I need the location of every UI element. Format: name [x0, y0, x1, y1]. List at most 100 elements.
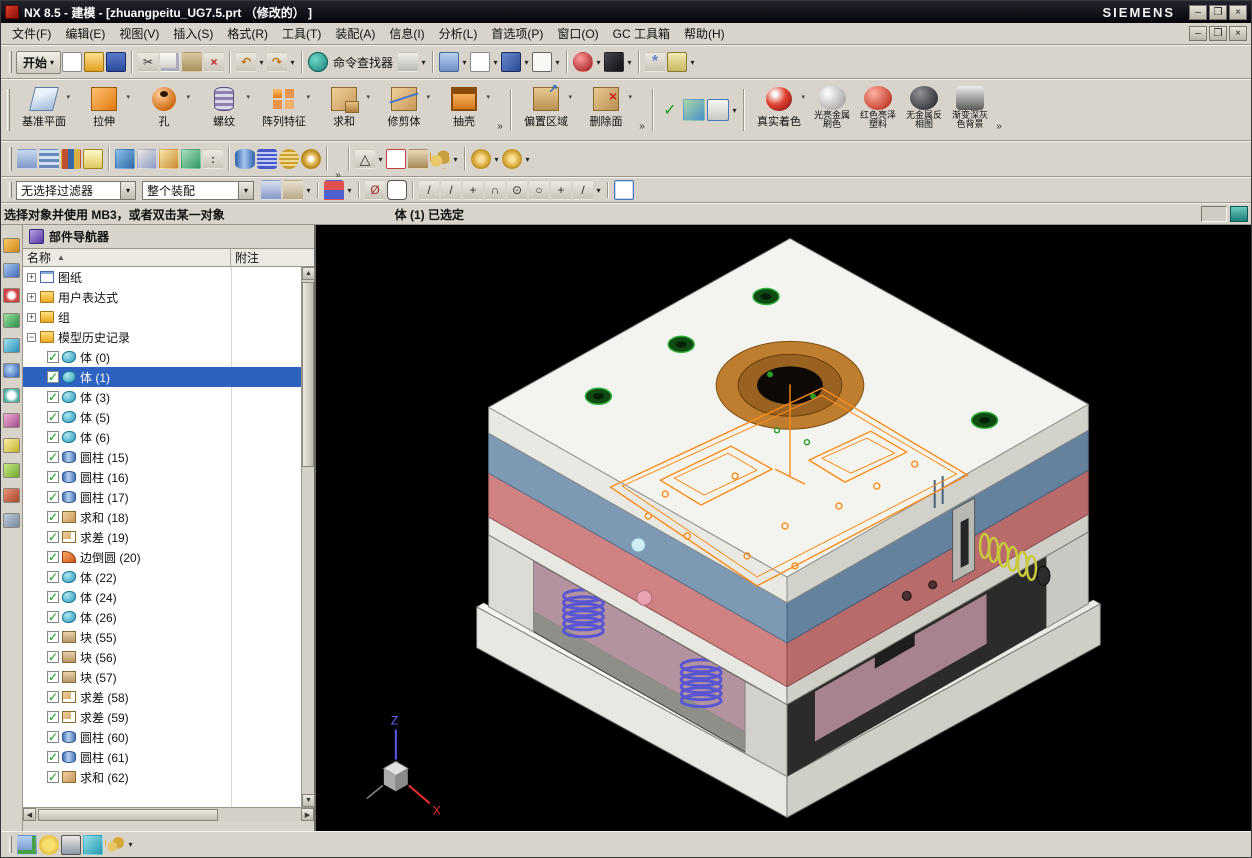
menu-item[interactable]: 装配(A): [328, 23, 382, 44]
tree-item[interactable]: 求差 (59): [23, 707, 301, 727]
tree-item[interactable]: 求和 (18): [23, 507, 301, 527]
pen-icon[interactable]: [159, 149, 179, 169]
cyan-cube-icon[interactable]: [83, 835, 103, 855]
pattern-button[interactable]: 阵列特征: [254, 82, 314, 138]
column-name[interactable]: 名称: [23, 249, 231, 266]
scrollbar-thumb[interactable]: [302, 282, 314, 467]
checkbox-icon[interactable]: [47, 751, 59, 763]
dropdown-arrow-icon[interactable]: [257, 58, 266, 67]
open-folder-icon[interactable]: [84, 52, 104, 72]
toolbar-grip[interactable]: [9, 51, 12, 73]
close-button[interactable]: [1229, 5, 1247, 20]
display-monitor-icon[interactable]: [61, 835, 81, 855]
status-panel-icon[interactable]: [1230, 206, 1248, 222]
tree-item[interactable]: 图纸: [23, 267, 301, 287]
roles-icon[interactable]: [3, 488, 20, 503]
system-materials-icon[interactable]: [3, 413, 20, 428]
menu-item[interactable]: GC 工具箱: [606, 23, 677, 44]
toolbar-grip[interactable]: [9, 182, 12, 199]
expand-toggle-icon[interactable]: [27, 313, 36, 322]
tree-item[interactable]: 模型历史记录: [23, 327, 301, 347]
checkbox-icon[interactable]: [47, 631, 59, 643]
delete-face-button[interactable]: 删除面: [576, 82, 636, 138]
cylinder-tool-icon[interactable]: [235, 149, 255, 169]
minimize-button[interactable]: [1189, 5, 1207, 20]
vertical-scrollbar[interactable]: [301, 267, 314, 807]
mdi-close-button[interactable]: [1229, 26, 1247, 41]
offset-region-button[interactable]: 偏置区域: [516, 82, 576, 138]
redo-icon[interactable]: [267, 52, 287, 72]
tree-item[interactable]: 体 (6): [23, 427, 301, 447]
tree-item[interactable]: 体 (0): [23, 347, 301, 367]
matte-metal-style-icon[interactable]: 无金属反相图: [901, 82, 947, 138]
assembly-constraint-icon[interactable]: [137, 149, 157, 169]
menu-item[interactable]: 格式(R): [220, 23, 275, 44]
reuse-library-icon[interactable]: [3, 313, 20, 328]
new-snapshot-icon[interactable]: [39, 835, 59, 855]
menu-item[interactable]: 编辑(E): [58, 23, 112, 44]
true-shading-button[interactable]: 真实着色: [749, 82, 809, 138]
more-dots-icon[interactable]: [203, 149, 223, 169]
menu-item[interactable]: 窗口(O): [550, 23, 605, 44]
checkbox-icon[interactable]: [47, 371, 59, 383]
checkbox-icon[interactable]: [47, 531, 59, 543]
mdi-minimize-button[interactable]: [1189, 26, 1207, 41]
dropdown-arrow-icon[interactable]: [376, 155, 385, 164]
mold-tools-icon[interactable]: [408, 149, 428, 169]
tree-item[interactable]: 体 (5): [23, 407, 301, 427]
circle-snap-icon[interactable]: [529, 180, 549, 200]
arc-snap-icon[interactable]: [485, 180, 505, 200]
trim-body-button[interactable]: 修剪体: [374, 82, 434, 138]
coordinate-triad[interactable]: Z X: [367, 714, 441, 818]
menu-item[interactable]: 工具(T): [275, 23, 328, 44]
scroll-left-icon[interactable]: [23, 808, 36, 821]
checkbox-icon[interactable]: [47, 411, 59, 423]
nosnap-icon[interactable]: [365, 180, 385, 200]
checkbox-icon[interactable]: [47, 431, 59, 443]
tree-item[interactable]: 块 (56): [23, 647, 301, 667]
intersection-snap-icon[interactable]: [463, 180, 483, 200]
dropdown-arrow-icon[interactable]: [126, 840, 135, 849]
tree-item[interactable]: 圆柱 (15): [23, 447, 301, 467]
center-snap-icon[interactable]: [507, 180, 527, 200]
overflow-chevron-icon[interactable]: [494, 88, 506, 132]
dropdown-arrow-icon[interactable]: [594, 186, 603, 195]
menu-item[interactable]: 分析(L): [432, 23, 485, 44]
tree-item[interactable]: 块 (57): [23, 667, 301, 687]
part-display-icon[interactable]: [470, 52, 490, 72]
hole-button[interactable]: 孔: [134, 82, 194, 138]
magnet-icon[interactable]: [324, 180, 344, 200]
guide-ball-pink[interactable]: [637, 590, 652, 605]
overflow-chevron-icon[interactable]: [332, 137, 344, 181]
save-icon[interactable]: [106, 52, 126, 72]
window-layout-icon[interactable]: [439, 52, 459, 72]
thread-button[interactable]: 螺纹: [194, 82, 254, 138]
window-edit-icon[interactable]: [17, 835, 37, 855]
part-navigator-icon[interactable]: [3, 288, 20, 303]
start-menu-button[interactable]: 开始: [16, 51, 61, 74]
toolbar-grip[interactable]: [7, 89, 10, 131]
touch-mode-icon[interactable]: [398, 52, 418, 72]
dropdown-arrow-icon[interactable]: [523, 155, 532, 164]
guide-ball-blue[interactable]: [631, 538, 645, 552]
menu-item[interactable]: 帮助(H): [677, 23, 732, 44]
dropdown-arrow-icon[interactable]: [688, 58, 697, 67]
midpoint-snap-icon[interactable]: [441, 180, 461, 200]
expand-toggle-icon[interactable]: [27, 273, 36, 282]
command-finder-icon[interactable]: [308, 52, 328, 72]
red-glossy-plastic-style-icon[interactable]: 红色亮泽塑料: [855, 82, 901, 138]
measure-ruler-icon[interactable]: [667, 52, 687, 72]
note-icon[interactable]: [83, 149, 103, 169]
overflow-chevron-icon[interactable]: [993, 88, 1005, 132]
copy-icon[interactable]: [160, 52, 180, 72]
selection-scope-dropdown-icon[interactable]: [238, 181, 254, 200]
cut-icon[interactable]: [138, 52, 158, 72]
checkbox-icon[interactable]: [47, 551, 59, 563]
checkbox-icon[interactable]: [47, 471, 59, 483]
plus-snap-icon[interactable]: [551, 180, 571, 200]
sphere-shade-icon[interactable]: [573, 52, 593, 72]
section-view-icon[interactable]: [683, 99, 705, 121]
overflow-chevron-icon[interactable]: [636, 88, 648, 132]
move-component-icon[interactable]: [115, 149, 135, 169]
wave-link-icon[interactable]: [181, 149, 201, 169]
